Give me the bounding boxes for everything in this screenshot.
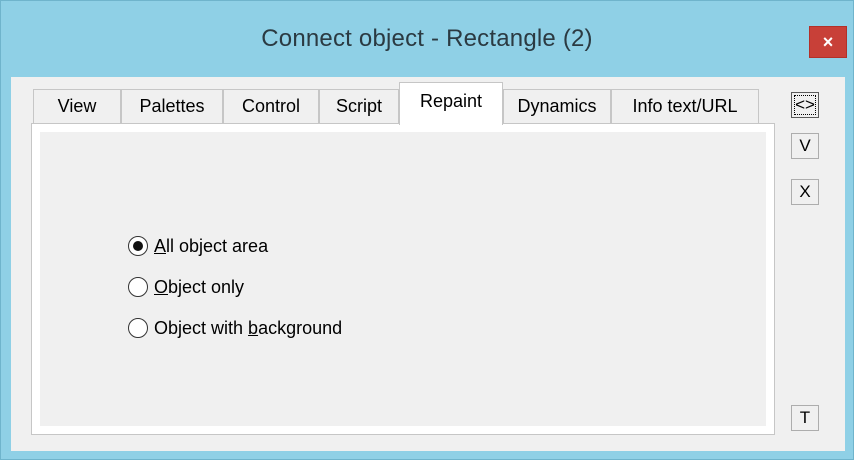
close-button[interactable]: ×: [809, 26, 847, 58]
tab-view[interactable]: View: [33, 89, 121, 123]
window-title: Connect object - Rectangle (2): [261, 25, 593, 52]
title-bar[interactable]: Connect object - Rectangle (2) ×: [1, 1, 853, 77]
radio-all-object-area[interactable]: All object area: [128, 233, 268, 259]
tooltip-button[interactable]: T: [791, 405, 819, 431]
expand-button[interactable]: <>: [791, 92, 819, 118]
tab-label: Info text/URL: [632, 96, 738, 116]
radio-button-icon[interactable]: [128, 318, 148, 338]
tab-label: Control: [241, 96, 301, 116]
radio-selected-dot: [133, 241, 143, 251]
tab-label: Script: [335, 96, 382, 116]
radio-label: Object with background: [154, 317, 343, 338]
dialog-client-area: View Palettes Control Script Repaint Dyn…: [11, 77, 845, 451]
tab-dynamics[interactable]: Dynamics: [503, 89, 611, 123]
cancel-button[interactable]: X: [791, 179, 819, 205]
tab-label: Palettes: [139, 96, 205, 116]
tab-script[interactable]: Script: [319, 89, 399, 123]
tab-label: Dynamics: [517, 96, 597, 116]
radio-object-with-background[interactable]: Object with background: [128, 315, 342, 341]
radio-object-only[interactable]: Object only: [128, 274, 244, 300]
tab-info-text-url[interactable]: Info text/URL: [611, 89, 759, 123]
tab-label: View: [57, 96, 97, 116]
tab-repaint[interactable]: Repaint: [399, 82, 503, 125]
radio-label: All object area: [154, 235, 269, 256]
repaint-tab-panel: All object area Object only Object with …: [31, 123, 775, 435]
dialog-window: Connect object - Rectangle (2) × View Pa…: [0, 0, 854, 460]
close-icon: ×: [822, 31, 834, 52]
radio-label: Object only: [154, 276, 245, 297]
tab-control[interactable]: Control: [223, 89, 319, 123]
tab-palettes[interactable]: Palettes: [121, 89, 223, 123]
radio-button-icon[interactable]: [128, 277, 148, 297]
ok-button[interactable]: V: [791, 133, 819, 159]
radio-button-icon[interactable]: [128, 236, 148, 256]
repaint-options-area: All object area Object only Object with …: [40, 132, 766, 426]
tab-label: Repaint: [419, 90, 483, 111]
